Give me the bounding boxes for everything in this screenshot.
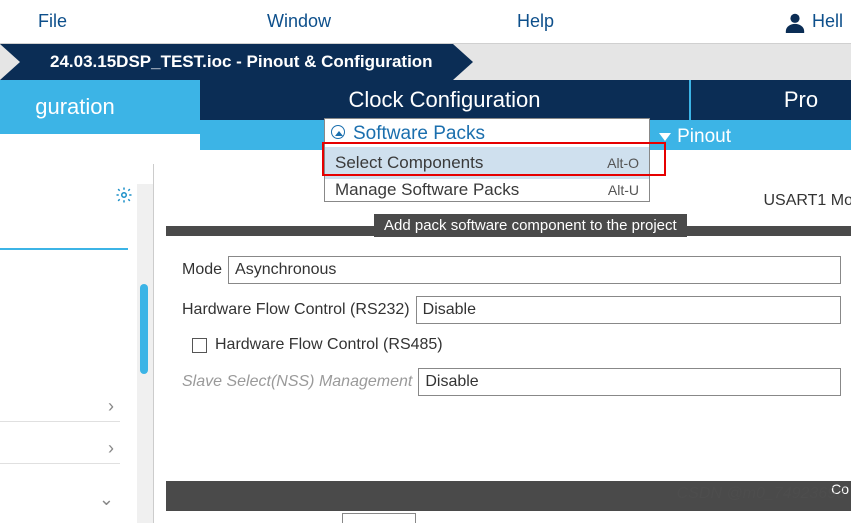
menu-window[interactable]: Window — [267, 11, 331, 32]
mode-label: Mode — [182, 261, 222, 279]
menu-file[interactable]: File — [38, 11, 67, 32]
user-greeting[interactable]: Hell — [784, 11, 843, 33]
sidebar-item-expanded[interactable]: ⌄ — [0, 484, 120, 514]
scrollbar-thumb[interactable] — [140, 284, 148, 374]
menu-bar: File Window Help Hell — [0, 0, 851, 44]
form-row-rs232: Hardware Flow Control (RS232) Disable — [182, 296, 841, 324]
form-row-rs485: Hardware Flow Control (RS485) — [192, 336, 841, 354]
tooltip: Add pack software component to the proje… — [374, 214, 687, 237]
sidebar-item-collapsed[interactable]: › — [0, 392, 120, 422]
user-icon — [784, 11, 806, 33]
chevron-down-icon — [659, 133, 671, 141]
subtabs-bar: Software Packs Select Components Alt-O M… — [200, 120, 851, 150]
mode-select[interactable]: Asynchronous — [228, 256, 841, 284]
chevron-up-icon — [331, 125, 345, 139]
tab-clock-configuration[interactable]: Clock Configuration — [200, 80, 691, 120]
menu-item-select-components[interactable]: Select Components Alt-O — [325, 147, 649, 179]
rs485-label: Hardware Flow Control (RS485) — [215, 336, 443, 354]
menu-item-manage-software-packs[interactable]: Manage Software Packs Alt-U — [325, 179, 649, 201]
menu-item-label: Select Components — [335, 153, 483, 173]
rs232-label: Hardware Flow Control (RS232) — [182, 301, 410, 319]
breadcrumb: 24.03.15DSP_TEST.ioc - Pinout & Configur… — [0, 44, 851, 80]
chevron-down-icon: ⌄ — [99, 489, 114, 510]
tabs-bar: guration Clock Configuration Pro Softwar… — [0, 80, 851, 134]
section-divider-bottom: Co — [166, 481, 851, 511]
user-greeting-text: Hell — [812, 11, 843, 32]
breadcrumb-chevron-left — [0, 44, 20, 80]
rs232-select[interactable]: Disable — [416, 296, 841, 324]
bottom-corner-text: Co — [831, 481, 849, 497]
dropdown-title-text: Software Packs — [353, 123, 485, 144]
chevron-right-icon: › — [108, 396, 114, 417]
form-row-mode: Mode Asynchronous — [182, 256, 841, 284]
chevron-right-icon: › — [108, 438, 114, 459]
subtab-pinout[interactable]: Pinout — [659, 126, 731, 148]
menu-help[interactable]: Help — [517, 11, 554, 32]
sidebar: › › ⌄ — [0, 164, 154, 523]
tab-pinout-configuration[interactable]: guration — [0, 80, 200, 134]
menu-item-label: Manage Software Packs — [335, 180, 519, 200]
tab-project-manager[interactable]: Pro — [691, 80, 851, 120]
usart-title: USART1 Mo — [763, 192, 851, 210]
breadcrumb-title: 24.03.15DSP_TEST.ioc - Pinout & Configur… — [50, 52, 433, 72]
software-packs-dropdown: Software Packs Select Components Alt-O M… — [324, 118, 650, 202]
rs485-checkbox[interactable] — [192, 338, 207, 353]
sidebar-divider — [0, 248, 128, 250]
menu-item-shortcut: Alt-U — [608, 182, 639, 198]
subtab-pinout-label: Pinout — [677, 126, 731, 148]
nss-label: Slave Select(NSS) Management — [182, 373, 412, 391]
breadcrumb-item[interactable]: 24.03.15DSP_TEST.ioc - Pinout & Configur… — [0, 44, 453, 80]
dropdown-title[interactable]: Software Packs — [325, 119, 649, 147]
menu-item-shortcut: Alt-O — [607, 155, 639, 171]
breadcrumb-chevron-right — [453, 44, 473, 80]
mode-config-form: Mode Asynchronous Hardware Flow Control … — [182, 256, 841, 408]
sidebar-item-collapsed[interactable]: › — [0, 434, 120, 464]
gear-icon[interactable] — [115, 186, 133, 209]
bottom-frame — [342, 513, 416, 523]
sidebar-scrollbar[interactable] — [137, 184, 153, 523]
form-row-nss: Slave Select(NSS) Management Disable — [182, 368, 841, 396]
nss-select: Disable — [418, 368, 841, 396]
